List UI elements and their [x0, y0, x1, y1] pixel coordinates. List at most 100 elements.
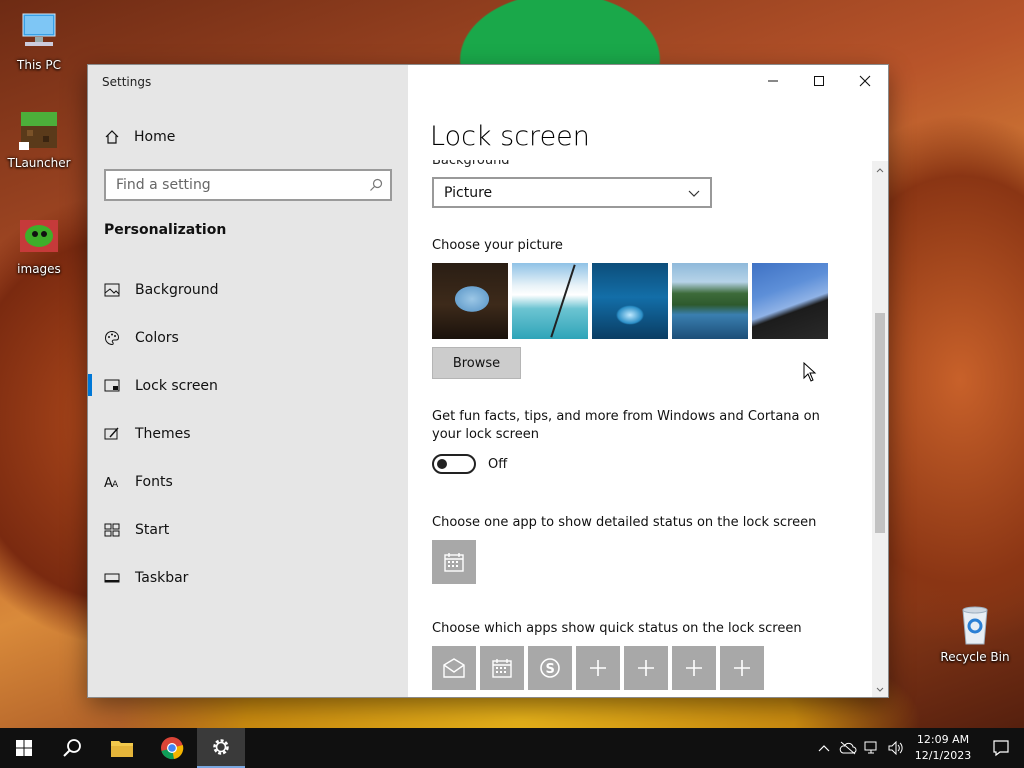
add-quick-status-app-button[interactable] — [576, 646, 620, 690]
desktop-icon-tlauncher[interactable]: TLauncher — [4, 108, 74, 170]
search-input[interactable]: Find a setting — [104, 169, 392, 201]
mail-icon — [443, 658, 465, 678]
background-dropdown[interactable]: Picture — [432, 177, 712, 208]
sidebar-item-label: Themes — [135, 426, 191, 442]
sidebar-item-label: Fonts — [135, 474, 173, 490]
scroll-up-arrow[interactable] — [872, 163, 888, 177]
add-quick-status-app-button[interactable] — [720, 646, 764, 690]
scroll-thumb[interactable] — [875, 313, 885, 533]
gear-icon — [213, 739, 229, 755]
sidebar-nav: Background Colors Lock screen Themes AA … — [88, 266, 408, 602]
show-hidden-icons-button[interactable] — [812, 728, 836, 768]
picture-thumbnail[interactable] — [672, 263, 748, 339]
window-title: Settings — [102, 75, 152, 89]
chevron-up-icon — [876, 168, 884, 173]
home-icon — [105, 130, 119, 144]
quick-status-apps: S — [432, 646, 764, 690]
fun-facts-toggle[interactable] — [432, 454, 476, 474]
plus-icon — [734, 660, 750, 676]
add-quick-status-app-button[interactable] — [672, 646, 716, 690]
image-file-icon — [17, 214, 61, 258]
fun-facts-label: Get fun facts, tips, and more from Windo… — [432, 409, 820, 442]
quick-status-app-button[interactable] — [480, 646, 524, 690]
settings-window: Settings Home Find a setting Personaliza… — [88, 65, 888, 697]
picture-thumbnail[interactable] — [432, 263, 508, 339]
sidebar-item-label: Taskbar — [135, 570, 189, 586]
start-button[interactable] — [0, 728, 48, 768]
recycle-bin-icon — [953, 602, 997, 646]
taskbar: 12:09 AM 12/1/2023 — [0, 728, 1024, 768]
search-icon — [370, 178, 383, 191]
svg-text:S: S — [546, 662, 555, 677]
tlauncher-icon — [17, 108, 61, 152]
scroll-down-arrow[interactable] — [872, 683, 888, 697]
notification-icon — [993, 740, 1009, 757]
picture-thumbnail[interactable] — [512, 263, 588, 339]
file-explorer-button[interactable] — [98, 728, 146, 768]
search-button[interactable] — [48, 728, 96, 768]
sidebar-item-themes[interactable]: Themes — [88, 410, 408, 458]
network-tray-button[interactable] — [860, 728, 884, 768]
quick-status-app-button[interactable]: S — [528, 646, 572, 690]
speaker-icon — [888, 741, 903, 755]
folder-icon — [111, 741, 133, 757]
action-center-button[interactable] — [978, 728, 1024, 768]
desktop-icon-this-pc[interactable]: This PC — [4, 10, 74, 72]
page-title: Lock screen — [430, 121, 590, 152]
search-placeholder: Find a setting — [116, 177, 211, 193]
picture-thumbnail[interactable] — [592, 263, 668, 339]
volume-tray-button[interactable] — [884, 728, 908, 768]
quick-status-app-button[interactable] — [432, 646, 476, 690]
sidebar-item-colors[interactable]: Colors — [88, 314, 408, 362]
sidebar-item-label: Background — [135, 282, 219, 298]
skype-icon: S — [540, 658, 560, 678]
sidebar-item-taskbar[interactable]: Taskbar — [88, 554, 408, 602]
chrome-icon — [161, 737, 184, 760]
sidebar: Settings Home Find a setting Personaliza… — [88, 65, 408, 697]
desktop-icon-label: This PC — [17, 58, 61, 72]
computer-icon — [17, 10, 61, 54]
sidebar-item-fonts[interactable]: AA Fonts — [88, 458, 408, 506]
desktop-icon-images[interactable]: images — [4, 214, 74, 276]
settings-taskbar-button[interactable] — [197, 728, 245, 768]
home-link[interactable]: Home — [104, 129, 175, 145]
chevron-down-icon — [876, 687, 884, 692]
detailed-status-app-button[interactable] — [432, 540, 476, 584]
desktop-icon-label: images — [17, 262, 61, 276]
choose-picture-label: Choose your picture — [432, 238, 563, 253]
sidebar-item-lock-screen[interactable]: Lock screen — [88, 362, 408, 410]
plus-icon — [638, 660, 654, 676]
desktop-icon-recycle-bin[interactable]: Recycle Bin — [940, 602, 1010, 664]
network-icon — [864, 741, 877, 754]
picture-thumbnails — [432, 263, 828, 339]
themes-icon — [104, 427, 119, 440]
plus-icon — [590, 660, 606, 676]
picture-thumbnail[interactable] — [752, 263, 828, 339]
add-quick-status-app-button[interactable] — [624, 646, 668, 690]
search-icon — [63, 739, 81, 757]
chevron-down-icon — [688, 190, 700, 197]
svg-text:A: A — [112, 480, 119, 490]
mouse-cursor-icon — [803, 362, 817, 382]
taskbar-icon — [104, 573, 120, 583]
start-icon — [104, 523, 120, 537]
sidebar-item-label: Lock screen — [135, 378, 218, 394]
chrome-button[interactable] — [148, 728, 196, 768]
palette-icon — [104, 330, 120, 346]
background-label: Background — [432, 153, 510, 168]
browse-button[interactable]: Browse — [432, 347, 521, 379]
calendar-icon — [492, 659, 512, 678]
onedrive-tray-button[interactable] — [836, 728, 860, 768]
fun-facts-state: Off — [488, 457, 508, 472]
cloud-offline-icon — [839, 741, 857, 755]
desktop-icon-label: Recycle Bin — [940, 650, 1010, 664]
lock-screen-icon — [104, 379, 120, 392]
vertical-scrollbar[interactable] — [872, 161, 888, 697]
toggle-knob — [437, 459, 447, 469]
sidebar-item-label: Start — [135, 522, 170, 538]
detailed-status-label: Choose one app to show detailed status o… — [432, 515, 817, 530]
clock[interactable]: 12:09 AM 12/1/2023 — [908, 732, 978, 764]
sidebar-item-start[interactable]: Start — [88, 506, 408, 554]
sidebar-item-background[interactable]: Background — [88, 266, 408, 314]
section-title: Personalization — [104, 222, 227, 238]
